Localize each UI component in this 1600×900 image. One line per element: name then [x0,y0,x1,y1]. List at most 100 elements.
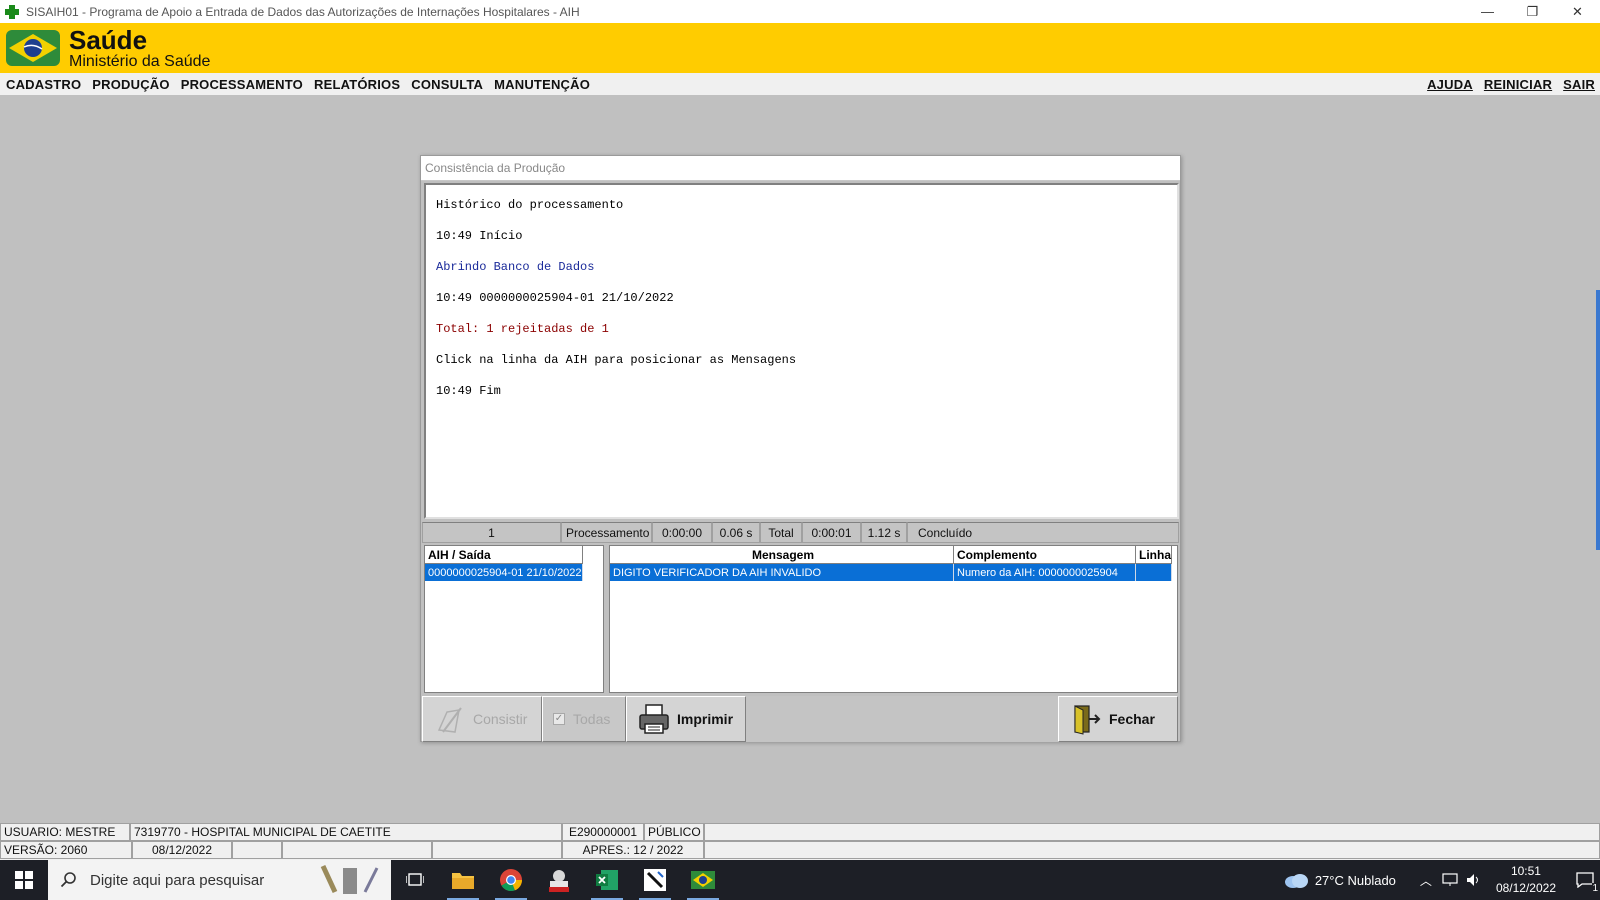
todas-label: Todas [573,711,611,727]
excel-icon [596,870,618,890]
message-complement[interactable]: Numero da AIH: 0000000025904 [954,564,1136,581]
status-empty-3 [282,841,432,859]
status-code: E290000001 [562,823,644,841]
system-tray: 27°C Nublado ︿ 10:51 08/12/2022 1 [1283,860,1600,900]
log-start: 10:49 Início [436,229,523,243]
chrome-button[interactable] [487,860,535,900]
log-total: Total: 1 rejeitadas de 1 [436,322,609,336]
status-tipo: PÚBLICO [644,823,704,841]
clock-time: 10:51 [1510,864,1541,878]
status-empty-5 [704,841,1600,859]
sdpen-app-button[interactable] [535,860,583,900]
consistir-label: Consistir [473,711,528,727]
volume-icon[interactable] [1466,873,1482,887]
dialog-button-bar: Consistir ✓ Todas Imprimir Fechar [422,696,1179,742]
brazil-flag-logo [6,30,60,66]
restore-button[interactable]: ❐ [1510,0,1555,23]
status-empty-1 [704,823,1600,841]
consistir-button[interactable]: Consistir [422,696,542,742]
messages-table[interactable]: Mensagem Complemento Linha DIGITO VERIFI… [609,545,1178,693]
checkmark-icon: ✓ [553,713,565,725]
aih-list-row[interactable]: 0000000025904-01 21/10/2022 [425,564,583,581]
dialog-title: Consistência da Produção [421,156,1180,181]
message-text[interactable]: DIGITO VERIFICADOR DA AIH INVALIDO [610,564,954,581]
menu-ajuda[interactable]: AJUDA [1427,77,1473,92]
todas-checkbox[interactable]: ✓ Todas [542,696,626,742]
button-bar-spacer [746,696,1058,742]
status-proc-time: 0:00:00 [652,522,712,543]
menu-producao[interactable]: PRODUÇÃO [92,77,169,92]
processing-log: Histórico do processamento 10:49 Início … [424,183,1179,519]
log-heading: Histórico do processamento [436,198,624,212]
sisaih-app-button[interactable] [679,860,727,900]
status-empty-4 [432,841,562,859]
imprimir-button[interactable]: Imprimir [626,696,746,742]
imprimir-label: Imprimir [677,711,734,727]
status-count: 1 [422,522,561,543]
health-cross-icon [4,4,20,20]
ministry-subtitle: Ministério da Saúde [69,53,211,70]
log-hint: Click na linha da AIH para posicionar as… [436,353,797,367]
close-button[interactable]: ✕ [1555,0,1600,23]
search-highlight-icon [320,864,379,894]
menu-processamento[interactable]: PROCESSAMENTO [181,77,303,92]
chrome-icon [500,869,523,892]
log-opening-db: Abrindo Banco de Dados [436,260,595,274]
printer-icon [639,704,669,734]
status-data: 08/12/2022 [132,841,232,859]
aih-list-header[interactable]: AIH / Saída [425,546,583,564]
file-explorer-button[interactable] [439,860,487,900]
exit-door-icon [1074,705,1101,735]
taskbar-search[interactable]: Digite aqui para pesquisar [48,860,391,900]
folder-icon [452,873,474,889]
col-complemento[interactable]: Complemento [954,546,1136,564]
cloud-weather-icon [1284,874,1308,888]
status-versao: VERSÃO: 2060 [0,841,132,859]
window-edge-accent [1596,290,1600,550]
menu-relatorios[interactable]: RELATÓRIOS [314,77,400,92]
pen-paper-icon [437,707,462,733]
status-usuario: USUARIO: MESTRE [0,823,130,841]
app-header: Saúde Ministério da Saúde [0,23,1600,73]
menu-reiniciar[interactable]: REINICIAR [1484,77,1552,92]
clock[interactable]: 10:51 08/12/2022 [1496,863,1556,897]
status-apres: APRES.: 12 / 2022 [562,841,704,859]
excel-button[interactable] [583,860,631,900]
menu-manutencao[interactable]: MANUTENÇÃO [494,77,590,92]
status-proc-secs: 0.06 s [712,522,760,543]
aih-list[interactable]: AIH / Saída 0000000025904-01 21/10/2022 [424,545,604,693]
window-title: SISAIH01 - Programa de Apoio a Entrada d… [26,4,580,19]
network-icon[interactable] [1442,873,1458,887]
status-total-secs: 1.12 s [861,522,907,543]
menubar: CADASTRO PRODUÇÃO PROCESSAMENTO RELATÓRI… [0,73,1600,95]
status-total-time: 0:00:01 [802,522,861,543]
col-linha[interactable]: Linha [1136,546,1172,564]
minimize-button[interactable]: — [1465,0,1510,23]
notification-count: 1 [1592,883,1598,894]
chevron-up-icon[interactable]: ︿ [1420,872,1432,889]
col-mensagem[interactable]: Mensagem [610,546,954,564]
message-row[interactable]: DIGITO VERIFICADOR DA AIH INVALIDO Numer… [610,564,1172,581]
message-line[interactable] [1136,564,1172,581]
task-view-icon [406,873,424,886]
menu-sair[interactable]: SAIR [1563,77,1595,92]
status-proc-label: Processamento [561,522,652,543]
app-statusbar: USUARIO: MESTRE 7319770 - HOSPITAL MUNIC… [0,823,1600,860]
menu-cadastro[interactable]: CADASTRO [6,77,81,92]
sdpen-icon [549,870,569,892]
aih-row-value[interactable]: 0000000025904-01 21/10/2022 [425,564,583,581]
weather-text[interactable]: 27°C Nublado [1315,873,1396,888]
sisaih-tool-button[interactable] [631,860,679,900]
consistencia-dialog: Consistência da Produção Histórico do pr… [420,155,1181,742]
status-empty-2 [232,841,282,859]
window-titlebar: SISAIH01 - Programa de Apoio a Entrada d… [0,0,1600,23]
start-button[interactable] [0,860,48,900]
status-total-label: Total [760,522,802,543]
search-placeholder: Digite aqui para pesquisar [90,871,265,889]
search-icon [60,872,76,888]
notification-button[interactable]: 1 [1570,860,1600,900]
fechar-button[interactable]: Fechar [1058,696,1178,742]
menu-consulta[interactable]: CONSULTA [411,77,483,92]
task-view-button[interactable] [391,860,439,900]
processing-status-row: 1 Processamento 0:00:00 0.06 s Total 0:0… [422,522,1179,543]
